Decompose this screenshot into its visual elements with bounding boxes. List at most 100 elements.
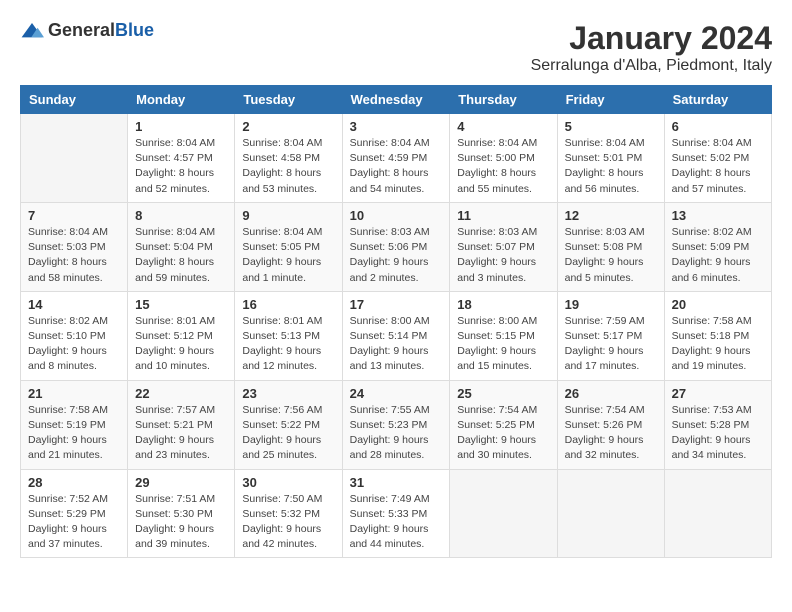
- day-info: Sunrise: 8:01 AMSunset: 5:12 PMDaylight:…: [135, 314, 227, 375]
- day-info: Sunrise: 8:01 AMSunset: 5:13 PMDaylight:…: [242, 314, 334, 375]
- calendar-table: Sunday Monday Tuesday Wednesday Thursday…: [20, 85, 772, 558]
- calendar-cell: [557, 469, 664, 558]
- page-header: GeneralBlue January 2024 Serralunga d'Al…: [20, 20, 772, 75]
- header-sunday: Sunday: [21, 86, 128, 114]
- day-info: Sunrise: 7:58 AMSunset: 5:19 PMDaylight:…: [28, 403, 120, 464]
- day-info: Sunrise: 7:53 AMSunset: 5:28 PMDaylight:…: [672, 403, 764, 464]
- calendar-week-2: 14 Sunrise: 8:02 AMSunset: 5:10 PMDayligh…: [21, 291, 772, 380]
- header-row: Sunday Monday Tuesday Wednesday Thursday…: [21, 86, 772, 114]
- calendar-cell: 29 Sunrise: 7:51 AMSunset: 5:30 PMDayligh…: [128, 469, 235, 558]
- header-monday: Monday: [128, 86, 235, 114]
- calendar-cell: 26Sunrise: 7:54 AMSunset: 5:26 PMDayligh…: [557, 380, 664, 469]
- logo: GeneralBlue: [20, 20, 154, 41]
- day-number: 14: [28, 297, 120, 312]
- calendar-cell: 17 Sunrise: 8:00 AMSunset: 5:14 PMDayligh…: [342, 291, 450, 380]
- day-number: 12: [565, 208, 657, 223]
- day-number: 11: [457, 208, 549, 223]
- day-number: 25: [457, 386, 549, 401]
- day-info: Sunrise: 8:04 AMSunset: 5:05 PMDaylight:…: [242, 225, 334, 286]
- calendar-cell: 23Sunrise: 7:56 AMSunset: 5:22 PMDayligh…: [235, 380, 342, 469]
- day-info: Sunrise: 8:04 AMSunset: 5:03 PMDaylight:…: [28, 225, 120, 286]
- day-info: Sunrise: 7:58 AMSunset: 5:18 PMDaylight:…: [672, 314, 764, 375]
- day-number: 6: [672, 119, 764, 134]
- day-info: Sunrise: 7:51 AMSunset: 5:30 PMDaylight:…: [135, 492, 227, 553]
- day-info: Sunrise: 8:03 AMSunset: 5:06 PMDaylight:…: [350, 225, 443, 286]
- day-number: 28: [28, 475, 120, 490]
- calendar-cell: 4 Sunrise: 8:04 AMSunset: 5:00 PMDaylight…: [450, 114, 557, 203]
- day-number: 10: [350, 208, 443, 223]
- header-tuesday: Tuesday: [235, 86, 342, 114]
- day-info: Sunrise: 7:59 AMSunset: 5:17 PMDaylight:…: [565, 314, 657, 375]
- header-saturday: Saturday: [664, 86, 771, 114]
- day-number: 4: [457, 119, 549, 134]
- calendar-cell: 22 Sunrise: 7:57 AMSunset: 5:21 PMDayligh…: [128, 380, 235, 469]
- day-info: Sunrise: 8:04 AMSunset: 4:57 PMDaylight:…: [135, 136, 227, 197]
- calendar-cell: 12 Sunrise: 8:03 AMSunset: 5:08 PMDayligh…: [557, 202, 664, 291]
- day-info: Sunrise: 7:52 AMSunset: 5:29 PMDaylight:…: [28, 492, 120, 553]
- calendar-cell: [450, 469, 557, 558]
- calendar-cell: 18Sunrise: 8:00 AMSunset: 5:15 PMDayligh…: [450, 291, 557, 380]
- day-info: Sunrise: 8:03 AMSunset: 5:07 PMDaylight:…: [457, 225, 549, 286]
- calendar-cell: 2 Sunrise: 8:04 AMSunset: 4:58 PMDaylight…: [235, 114, 342, 203]
- calendar-cell: 27Sunrise: 7:53 AMSunset: 5:28 PMDayligh…: [664, 380, 771, 469]
- day-number: 29: [135, 475, 227, 490]
- day-info: Sunrise: 8:04 AMSunset: 4:58 PMDaylight:…: [242, 136, 334, 197]
- day-number: 18: [457, 297, 549, 312]
- day-number: 8: [135, 208, 227, 223]
- day-info: Sunrise: 8:02 AMSunset: 5:10 PMDaylight:…: [28, 314, 120, 375]
- calendar-cell: 7Sunrise: 8:04 AMSunset: 5:03 PMDaylight…: [21, 202, 128, 291]
- calendar-cell: 20 Sunrise: 7:58 AMSunset: 5:18 PMDayligh…: [664, 291, 771, 380]
- calendar-cell: 11 Sunrise: 8:03 AMSunset: 5:07 PMDayligh…: [450, 202, 557, 291]
- day-info: Sunrise: 8:04 AMSunset: 5:02 PMDaylight:…: [672, 136, 764, 197]
- calendar-body: 1 Sunrise: 8:04 AMSunset: 4:57 PMDaylight…: [21, 114, 772, 558]
- day-number: 3: [350, 119, 443, 134]
- day-number: 20: [672, 297, 764, 312]
- calendar-cell: 21 Sunrise: 7:58 AMSunset: 5:19 PMDayligh…: [21, 380, 128, 469]
- header-thursday: Thursday: [450, 86, 557, 114]
- calendar-cell: 25Sunrise: 7:54 AMSunset: 5:25 PMDayligh…: [450, 380, 557, 469]
- month-title: January 2024: [531, 20, 772, 57]
- day-number: 15: [135, 297, 227, 312]
- day-info: Sunrise: 8:00 AMSunset: 5:14 PMDaylight:…: [350, 314, 443, 375]
- calendar-cell: 6 Sunrise: 8:04 AMSunset: 5:02 PMDaylight…: [664, 114, 771, 203]
- location-title: Serralunga d'Alba, Piedmont, Italy: [531, 57, 772, 75]
- day-number: 1: [135, 119, 227, 134]
- calendar-cell: 15 Sunrise: 8:01 AMSunset: 5:12 PMDayligh…: [128, 291, 235, 380]
- day-number: 2: [242, 119, 334, 134]
- calendar-cell: 5Sunrise: 8:04 AMSunset: 5:01 PMDaylight…: [557, 114, 664, 203]
- day-number: 17: [350, 297, 443, 312]
- day-info: Sunrise: 8:04 AMSunset: 4:59 PMDaylight:…: [350, 136, 443, 197]
- calendar-week-1: 7Sunrise: 8:04 AMSunset: 5:03 PMDaylight…: [21, 202, 772, 291]
- calendar-cell: 3 Sunrise: 8:04 AMSunset: 4:59 PMDaylight…: [342, 114, 450, 203]
- calendar-cell: 24Sunrise: 7:55 AMSunset: 5:23 PMDayligh…: [342, 380, 450, 469]
- day-info: Sunrise: 7:50 AMSunset: 5:32 PMDaylight:…: [242, 492, 334, 553]
- logo-blue: Blue: [115, 20, 154, 40]
- day-info: Sunrise: 8:04 AMSunset: 5:04 PMDaylight:…: [135, 225, 227, 286]
- calendar-cell: [21, 114, 128, 203]
- day-info: Sunrise: 7:57 AMSunset: 5:21 PMDaylight:…: [135, 403, 227, 464]
- day-info: Sunrise: 8:03 AMSunset: 5:08 PMDaylight:…: [565, 225, 657, 286]
- day-number: 21: [28, 386, 120, 401]
- calendar-header: Sunday Monday Tuesday Wednesday Thursday…: [21, 86, 772, 114]
- day-number: 30: [242, 475, 334, 490]
- calendar-cell: 14 Sunrise: 8:02 AMSunset: 5:10 PMDayligh…: [21, 291, 128, 380]
- calendar-cell: 19Sunrise: 7:59 AMSunset: 5:17 PMDayligh…: [557, 291, 664, 380]
- day-number: 31: [350, 475, 443, 490]
- day-info: Sunrise: 8:04 AMSunset: 5:00 PMDaylight:…: [457, 136, 549, 197]
- day-info: Sunrise: 7:54 AMSunset: 5:26 PMDaylight:…: [565, 403, 657, 464]
- calendar-cell: 30 Sunrise: 7:50 AMSunset: 5:32 PMDayligh…: [235, 469, 342, 558]
- calendar-cell: 16 Sunrise: 8:01 AMSunset: 5:13 PMDayligh…: [235, 291, 342, 380]
- day-info: Sunrise: 7:56 AMSunset: 5:22 PMDaylight:…: [242, 403, 334, 464]
- day-number: 13: [672, 208, 764, 223]
- logo-icon: [20, 21, 44, 41]
- header-wednesday: Wednesday: [342, 86, 450, 114]
- header-friday: Friday: [557, 86, 664, 114]
- calendar-week-0: 1 Sunrise: 8:04 AMSunset: 4:57 PMDaylight…: [21, 114, 772, 203]
- day-info: Sunrise: 7:49 AMSunset: 5:33 PMDaylight:…: [350, 492, 443, 553]
- calendar-cell: 10 Sunrise: 8:03 AMSunset: 5:06 PMDayligh…: [342, 202, 450, 291]
- logo-text: GeneralBlue: [48, 20, 154, 41]
- calendar-cell: 1 Sunrise: 8:04 AMSunset: 4:57 PMDaylight…: [128, 114, 235, 203]
- calendar-cell: [664, 469, 771, 558]
- day-number: 16: [242, 297, 334, 312]
- day-number: 22: [135, 386, 227, 401]
